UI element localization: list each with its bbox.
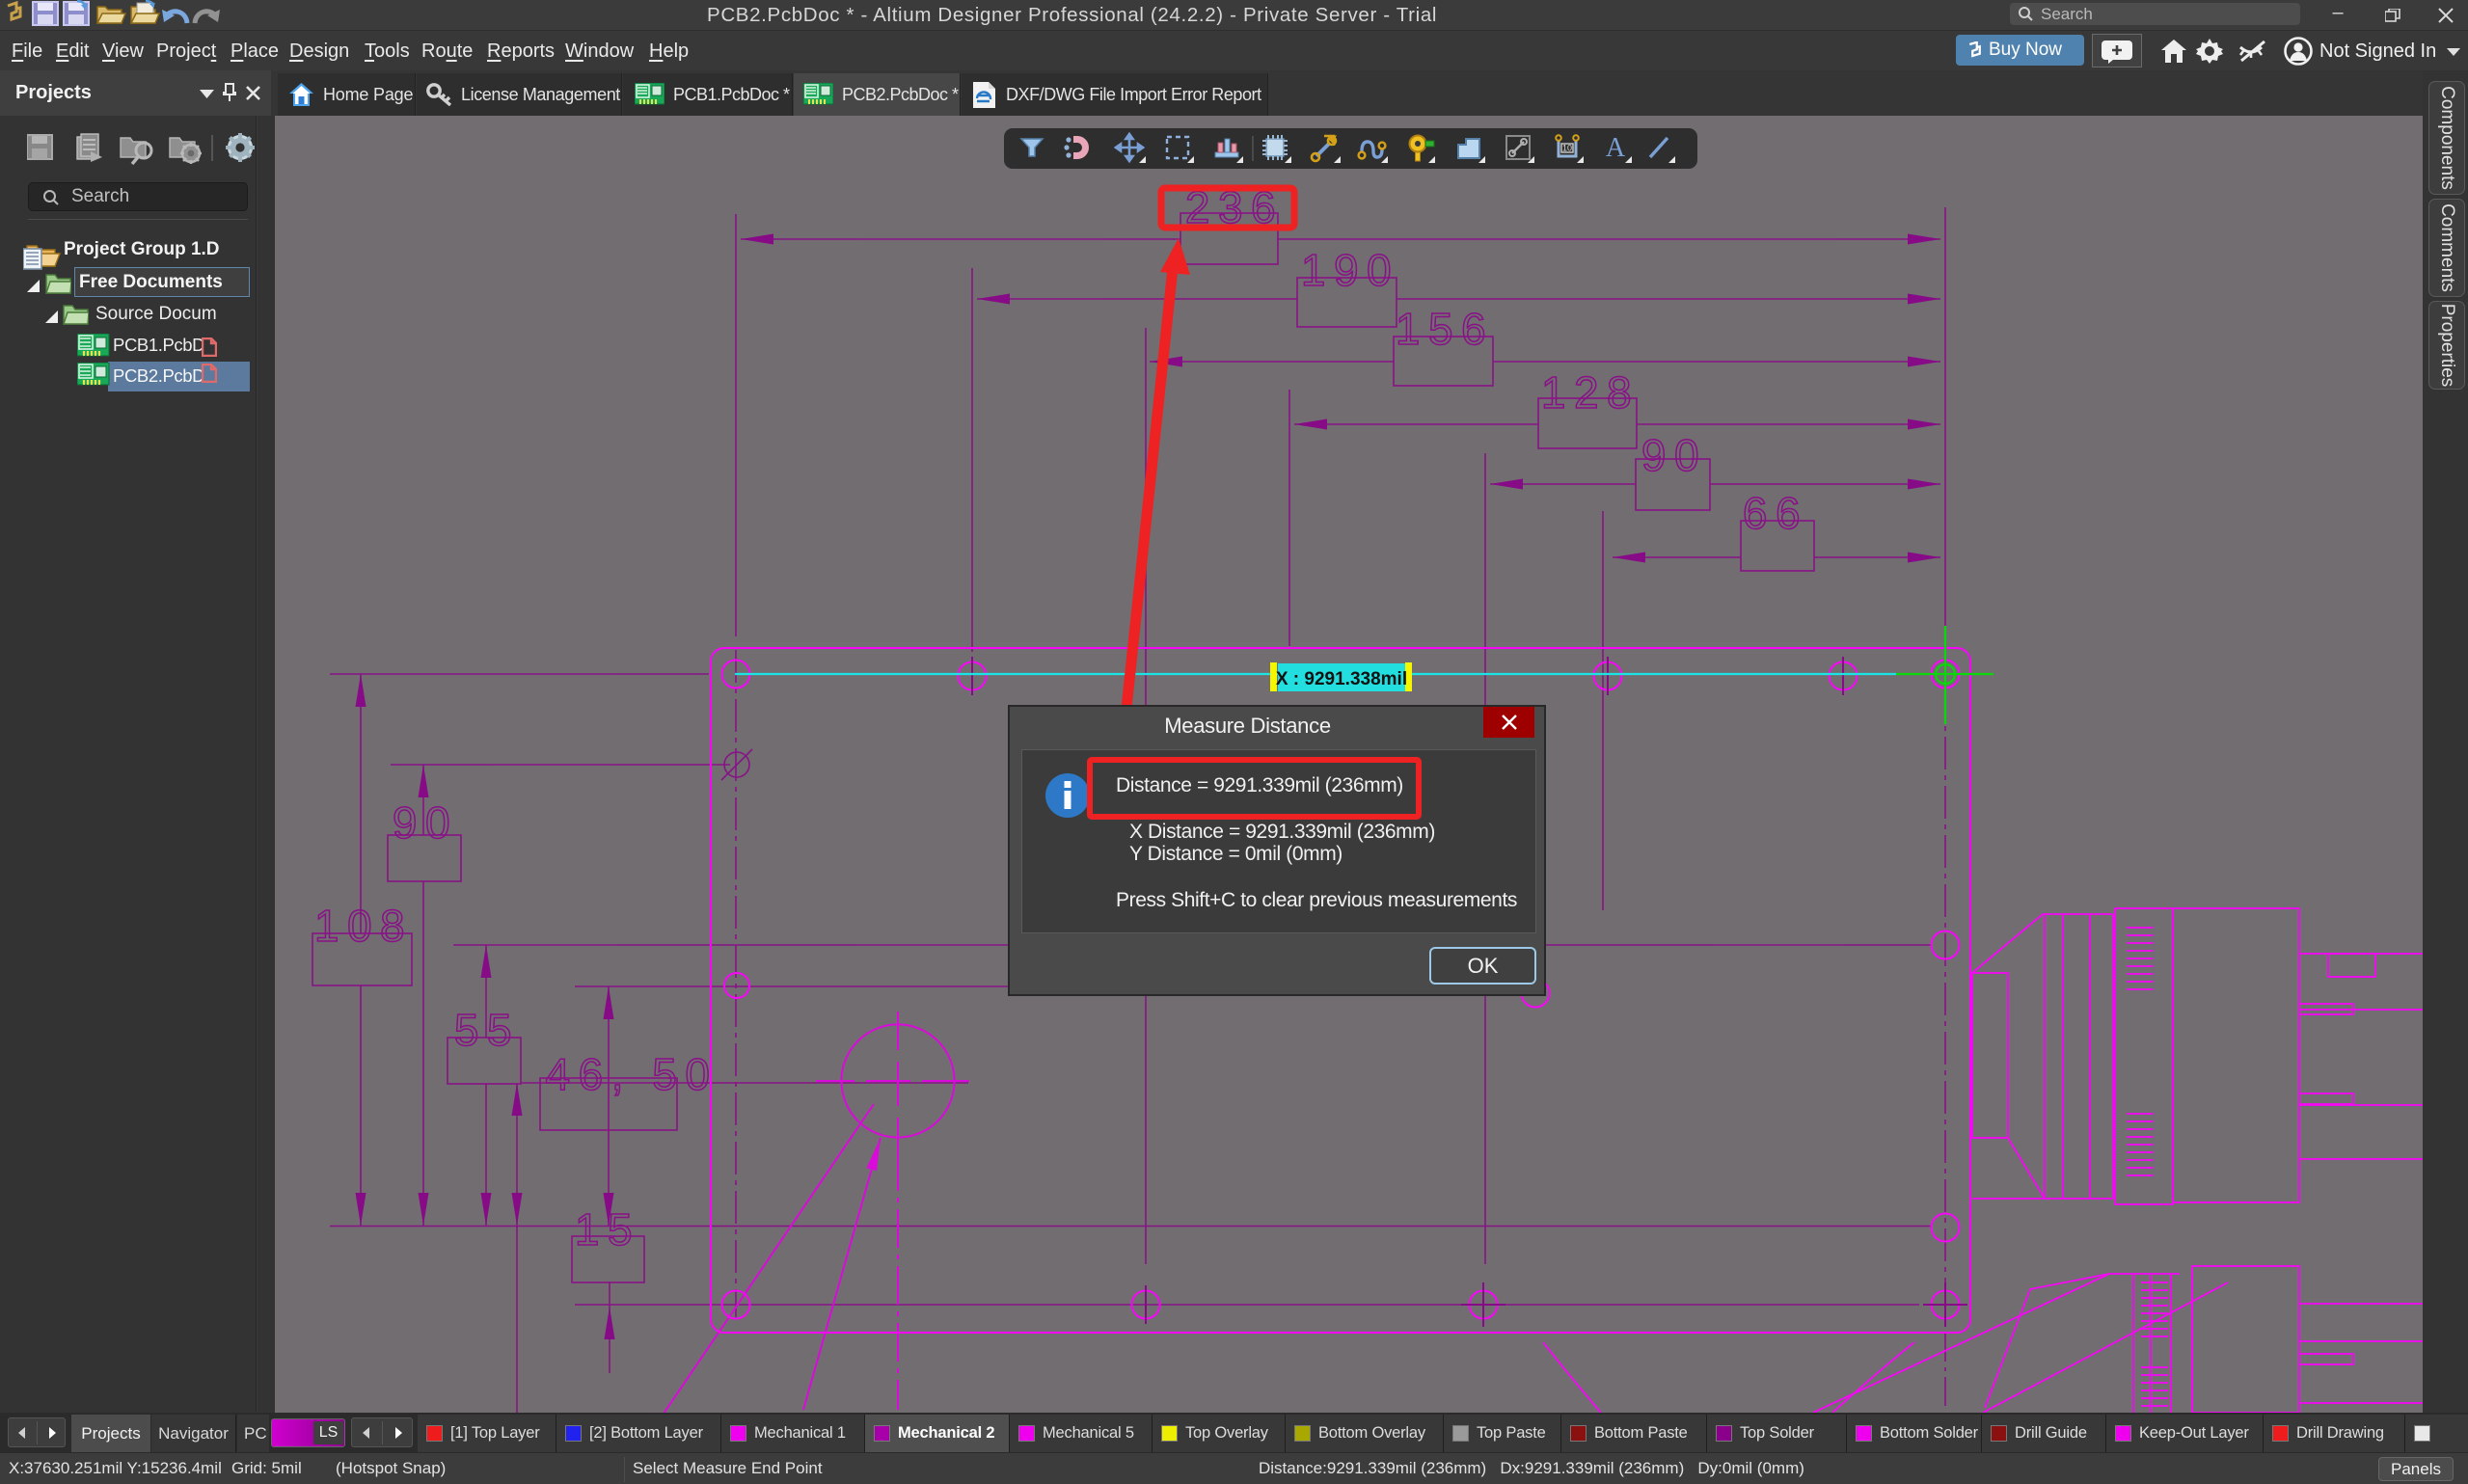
- svg-text:90: 90: [1641, 430, 1707, 480]
- svg-text:10: 10: [1562, 144, 1572, 153]
- svg-text:66: 66: [1743, 488, 1808, 538]
- svg-text:15: 15: [575, 1204, 640, 1255]
- svg-text:90: 90: [393, 797, 458, 848]
- svg-text:108: 108: [314, 901, 413, 951]
- svg-text:156: 156: [1396, 304, 1494, 354]
- svg-text:55: 55: [454, 1005, 520, 1055]
- svg-text:X : 9291.338mil: X : 9291.338mil: [1276, 669, 1407, 689]
- svg-text:128: 128: [1541, 367, 1640, 418]
- svg-text:46, 50: 46, 50: [546, 1049, 719, 1099]
- svg-text:A: A: [1606, 133, 1626, 163]
- svg-text:190: 190: [1301, 245, 1399, 295]
